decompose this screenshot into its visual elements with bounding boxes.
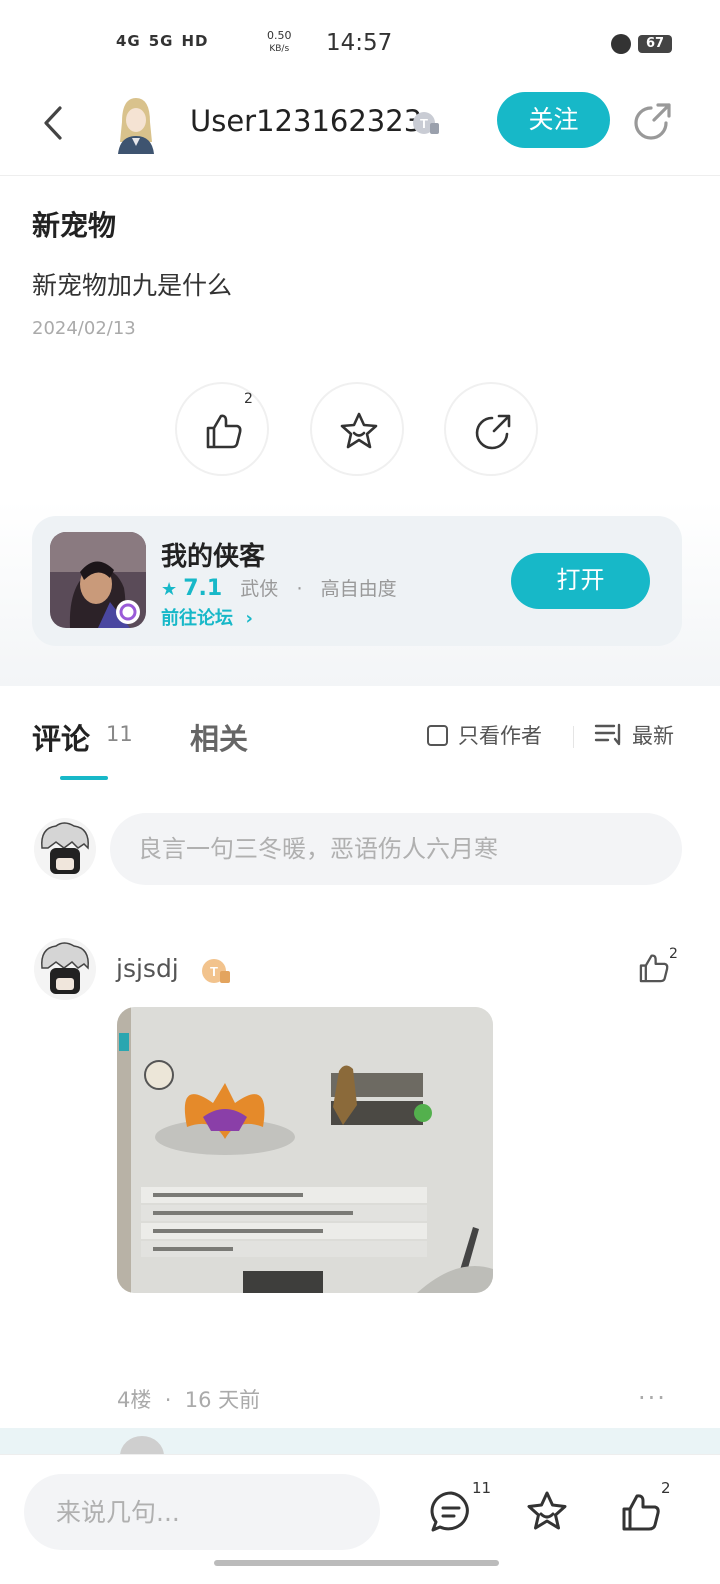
- author-username[interactable]: User123162323: [190, 104, 422, 138]
- thumbs-up-icon[interactable]: [618, 1489, 664, 1535]
- forum-link-label: 前往论坛: [161, 608, 233, 629]
- reply-input[interactable]: [24, 1474, 380, 1550]
- follow-button[interactable]: 关注: [497, 92, 610, 148]
- tab-comments[interactable]: 评论: [32, 716, 90, 758]
- post-like-button[interactable]: [175, 382, 269, 476]
- comment-tabs: 评论 11 相关 只看作者 最新: [0, 686, 720, 796]
- battery-indicator: 67: [638, 35, 672, 53]
- sort-label: 最新: [632, 724, 674, 748]
- tab-comments-count: 11: [106, 722, 133, 746]
- commenter-avatar: [120, 1436, 164, 1454]
- game-icon[interactable]: [50, 532, 146, 628]
- comment-meta: 4楼 · 16 天前: [117, 1384, 260, 1414]
- network-indicator: 4G 5G HD: [116, 32, 209, 50]
- rating-star-icon: ★: [161, 579, 178, 600]
- chevron-left-icon[interactable]: [36, 102, 72, 144]
- checkbox-icon: [427, 724, 448, 746]
- post-share-button[interactable]: [444, 382, 538, 476]
- star-icon: [340, 412, 378, 449]
- comment-bubble-icon[interactable]: [428, 1489, 474, 1535]
- level-badge-icon: T: [202, 959, 230, 983]
- sort-button[interactable]: 最新: [594, 720, 674, 750]
- post-title: 新宠物: [32, 209, 117, 242]
- share-icon: [475, 414, 511, 450]
- alarm-icon: [611, 34, 631, 54]
- game-tag-separator: ·: [296, 578, 303, 600]
- comment-image[interactable]: [117, 1007, 493, 1293]
- game-tag: 武侠: [240, 578, 279, 600]
- game-name: 我的侠客: [161, 542, 266, 572]
- commenter-avatar[interactable]: [34, 938, 96, 1000]
- bottom-like-count: 2: [661, 1479, 671, 1497]
- game-score: 7.1: [183, 576, 223, 601]
- forum-link[interactable]: 前往论坛 ›: [161, 604, 253, 630]
- more-options-icon[interactable]: ···: [638, 1384, 667, 1412]
- share-icon[interactable]: [632, 100, 674, 142]
- post-body: 新宠物加九是什么: [32, 271, 233, 300]
- tab-active-indicator: [60, 776, 108, 780]
- game-meta: ★ 7.1 武侠 · 高自由度: [161, 574, 397, 601]
- chevron-right-icon: ›: [239, 608, 253, 629]
- post-like-count: 2: [244, 391, 253, 407]
- post-favorite-button[interactable]: [310, 382, 404, 476]
- home-indicator[interactable]: [214, 1560, 499, 1566]
- comment-floor: 4楼: [117, 1388, 152, 1412]
- tab-related[interactable]: 相关: [190, 716, 248, 758]
- post-date: 2024/02/13: [32, 318, 136, 339]
- next-comment-preview: [0, 1428, 720, 1454]
- only-author-toggle[interactable]: 只看作者: [427, 720, 542, 750]
- game-card[interactable]: 我的侠客 ★ 7.1 武侠 · 高自由度 前往论坛 › 打开: [32, 516, 682, 646]
- only-author-label: 只看作者: [458, 724, 542, 748]
- comment-time: 16 天前: [184, 1388, 261, 1412]
- comment-input[interactable]: [110, 813, 682, 885]
- current-user-avatar: [34, 818, 96, 880]
- comment-like-count: 2: [669, 946, 678, 962]
- sort-lines-icon: [594, 723, 621, 746]
- comment-meta-separator: ·: [164, 1388, 172, 1412]
- status-time: 14:57: [326, 30, 393, 56]
- thumbs-up-icon: [206, 414, 242, 449]
- commenter-username[interactable]: jsjsdj: [116, 954, 179, 983]
- status-bar: 4G 5G HD 0.50 KB/s 14:57 67: [0, 0, 720, 80]
- divider: [573, 726, 574, 748]
- network-speed-value: 0.50: [267, 29, 292, 42]
- svg-text:T: T: [210, 964, 218, 979]
- top-header: User123162323 T 关注: [0, 80, 720, 176]
- level-badge-icon: T: [413, 112, 439, 134]
- network-speed-unit: KB/s: [269, 44, 290, 54]
- thumbs-up-icon[interactable]: [636, 950, 672, 986]
- star-icon[interactable]: [524, 1489, 570, 1535]
- game-tag: 高自由度: [320, 578, 397, 600]
- bottom-comment-count: 11: [472, 1479, 492, 1497]
- open-game-button[interactable]: 打开: [511, 553, 650, 609]
- author-avatar[interactable]: [108, 92, 164, 154]
- svg-text:T: T: [420, 116, 428, 131]
- network-speed: 0.50 KB/s: [267, 30, 292, 55]
